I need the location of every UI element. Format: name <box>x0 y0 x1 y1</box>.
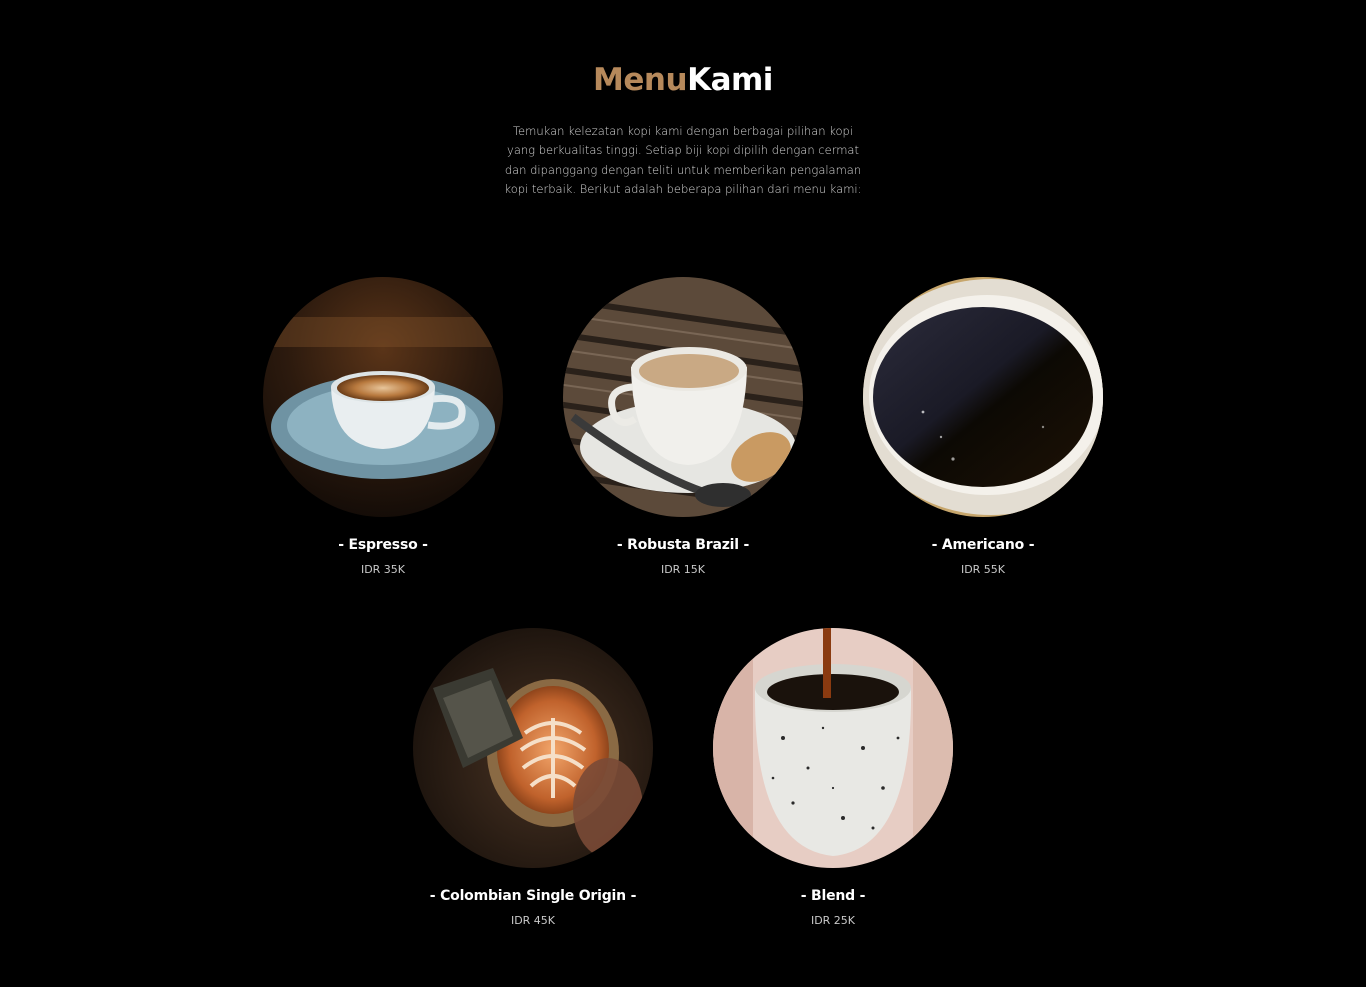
colombian-single-origin-photo <box>413 628 653 868</box>
section-title: MenuKami <box>0 62 1366 98</box>
title-plain: Kami <box>687 62 773 98</box>
espresso-photo <box>263 277 503 517</box>
robusta-brazil-photo <box>563 277 803 517</box>
menu-card-blend[interactable]: - Blend - IDR 25K <box>683 628 983 927</box>
menu-item-name: - Espresso - <box>338 537 428 553</box>
menu-item-price: IDR 55K <box>960 563 1006 576</box>
menu-item-price: IDR 25K <box>810 914 856 927</box>
menu-card-americano[interactable]: - Americano - IDR 55K <box>833 277 1133 576</box>
menu-card-robusta-brazil[interactable]: - Robusta Brazil - IDR 15K <box>533 277 833 576</box>
menu-section: MenuKami Temukan kelezatan kopi kami den… <box>0 0 1366 987</box>
americano-photo <box>863 277 1103 517</box>
menu-item-name: - Americano - <box>931 537 1035 553</box>
menu-item-name: - Colombian Single Origin - <box>429 888 637 904</box>
menu-card-espresso[interactable]: - Espresso - IDR 35K <box>233 277 533 576</box>
menu-item-name: - Blend - <box>800 888 866 904</box>
title-accent: Menu <box>593 62 688 98</box>
menu-item-name: - Robusta Brazil - <box>616 537 750 553</box>
blend-photo <box>713 628 953 868</box>
menu-item-price: IDR 35K <box>360 563 406 576</box>
section-description: Temukan kelezatan kopi kami dengan berba… <box>504 124 862 196</box>
menu-item-price: IDR 15K <box>660 563 706 576</box>
menu-card-colombian-single-origin[interactable]: - Colombian Single Origin - IDR 45K <box>383 628 683 927</box>
menu-item-price: IDR 45K <box>510 914 556 927</box>
